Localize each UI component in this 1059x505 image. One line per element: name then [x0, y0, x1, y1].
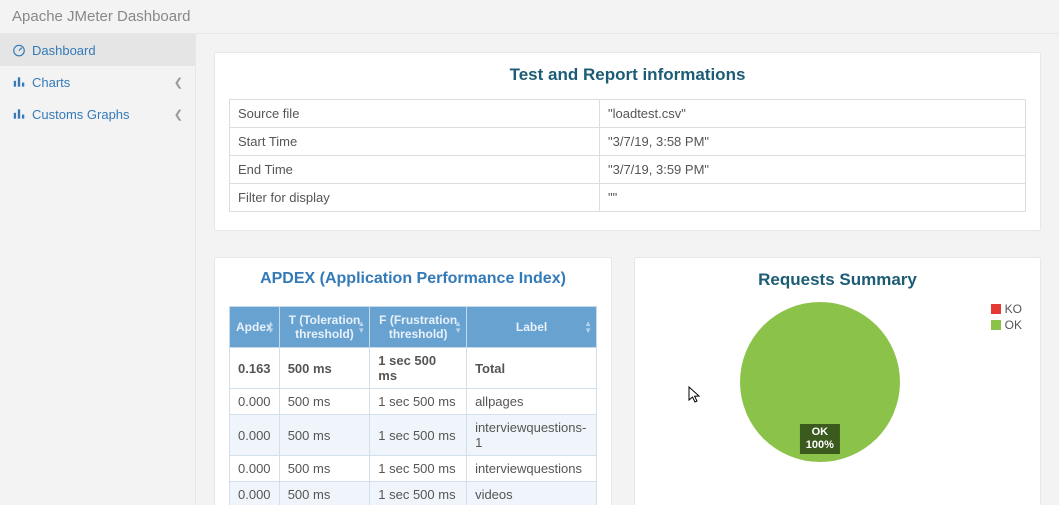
sort-icon: ▲▼ — [454, 320, 462, 334]
swatch-ko — [991, 304, 1001, 314]
apdex-header-apdex[interactable]: Apdex▲▼ — [230, 307, 280, 348]
requests-panel-title: Requests Summary — [649, 270, 1026, 290]
sidebar-item-dashboard[interactable]: Dashboard — [0, 34, 195, 66]
requests-panel: Requests Summary OK 100% KO — [634, 257, 1041, 505]
legend-item-ko[interactable]: KO — [991, 302, 1022, 316]
chart-legend: KO OK — [991, 302, 1026, 334]
info-panel-title: Test and Report informations — [229, 65, 1026, 85]
apdex-panel-title: APDEX (Application Performance Index) — [229, 270, 597, 288]
app-title: Apache JMeter Dashboard — [12, 8, 190, 25]
sidebar-item-charts[interactable]: Charts ❮ — [0, 66, 195, 98]
sidebar-item-label: Customs Graphs — [32, 107, 130, 122]
sort-icon: ▲▼ — [267, 320, 275, 334]
apdex-panel: APDEX (Application Performance Index) Ap… — [214, 257, 612, 505]
info-row: End Time"3/7/19, 3:59 PM" — [230, 156, 1026, 184]
apdex-total-row: 0.163 500 ms 1 sec 500 ms Total — [230, 348, 597, 389]
info-row: Source file"loadtest.csv" — [230, 100, 1026, 128]
cell-label: Total — [467, 348, 597, 389]
sidebar: Dashboard Charts ❮ Custo — [0, 34, 196, 505]
info-label: End Time — [230, 156, 600, 184]
info-value: "3/7/19, 3:59 PM" — [600, 156, 1026, 184]
sidebar-item-customs-graphs[interactable]: Customs Graphs ❮ — [0, 98, 195, 130]
apdex-table: Apdex▲▼ T (Toleration threshold)▲▼ F (Fr… — [229, 306, 597, 505]
apdex-row: 0.000500 ms1 sec 500 msvideos — [230, 482, 597, 505]
info-label: Start Time — [230, 128, 600, 156]
apdex-header-t[interactable]: T (Toleration threshold)▲▼ — [279, 307, 370, 348]
legend-item-ok[interactable]: OK — [991, 318, 1022, 332]
topbar: Apache JMeter Dashboard — [0, 0, 1059, 34]
sidebar-item-label: Dashboard — [32, 43, 96, 58]
sidebar-item-label: Charts — [32, 75, 70, 90]
info-value: "loadtest.csv" — [600, 100, 1026, 128]
info-panel: Test and Report informations Source file… — [214, 52, 1041, 231]
info-label: Filter for display — [230, 184, 600, 212]
sort-icon: ▲▼ — [584, 320, 592, 334]
chevron-left-icon: ❮ — [174, 108, 183, 121]
info-label: Source file — [230, 100, 600, 128]
dashboard-icon — [12, 43, 26, 57]
apdex-header-label[interactable]: Label▲▼ — [467, 307, 597, 348]
apdex-row: 0.000500 ms1 sec 500 msallpages — [230, 389, 597, 415]
apdex-row: 0.000500 ms1 sec 500 msinterviewquestion… — [230, 415, 597, 456]
info-value: "" — [600, 184, 1026, 212]
pie-slice-ok: OK 100% — [740, 302, 900, 462]
swatch-ok — [991, 320, 1001, 330]
info-row: Filter for display"" — [230, 184, 1026, 212]
pie-label: OK 100% — [800, 424, 840, 454]
chart-icon — [12, 107, 26, 121]
info-row: Start Time"3/7/19, 3:58 PM" — [230, 128, 1026, 156]
cell-f: 1 sec 500 ms — [370, 348, 467, 389]
chevron-left-icon: ❮ — [174, 76, 183, 89]
cell-apdex: 0.163 — [230, 348, 280, 389]
sort-icon: ▲▼ — [357, 320, 365, 334]
main-content: Test and Report informations Source file… — [196, 34, 1059, 505]
cell-t: 500 ms — [279, 348, 370, 389]
info-table: Source file"loadtest.csv" Start Time"3/7… — [229, 99, 1026, 212]
apdex-row: 0.000500 ms1 sec 500 msinterviewquestion… — [230, 456, 597, 482]
apdex-header-f[interactable]: F (Frustration threshold)▲▼ — [370, 307, 467, 348]
chart-icon — [12, 75, 26, 89]
pie-chart: OK 100% — [649, 302, 991, 462]
info-value: "3/7/19, 3:58 PM" — [600, 128, 1026, 156]
